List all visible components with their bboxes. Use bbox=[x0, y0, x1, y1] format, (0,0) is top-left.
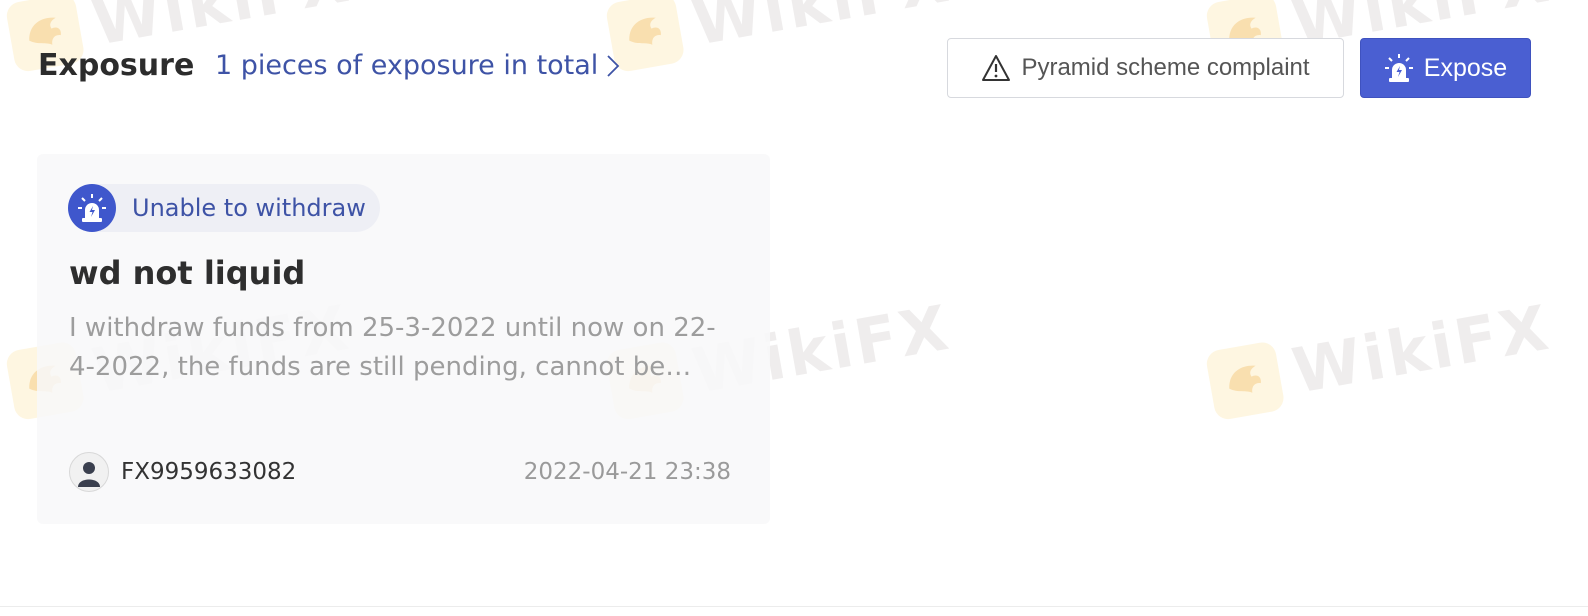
page-title: Exposure bbox=[38, 48, 195, 83]
eagle-logo-icon bbox=[1204, 339, 1286, 421]
warning-triangle-icon bbox=[982, 55, 1011, 81]
exposure-footer: FX9959633082 2022-04-21 23:38 bbox=[69, 452, 731, 492]
chevron-right-icon bbox=[607, 54, 620, 77]
exposure-date: 2022-04-21 23:38 bbox=[523, 459, 731, 485]
pyramid-complaint-button[interactable]: Pyramid scheme complaint bbox=[947, 38, 1344, 98]
author-name: FX9959633082 bbox=[121, 459, 297, 485]
exposure-category-tag: Unable to withdraw bbox=[68, 184, 380, 232]
author-info: FX9959633082 bbox=[69, 452, 296, 492]
tag-label: Unable to withdraw bbox=[132, 194, 366, 222]
exposure-description: I withdraw funds from 25-3-2022 until no… bbox=[69, 313, 716, 382]
exposure-title: wd not liquid bbox=[69, 254, 306, 292]
alarm-siren-icon bbox=[1384, 54, 1413, 82]
exposure-header: Exposure 1 pieces of exposure in total P… bbox=[0, 0, 1588, 140]
expose-button[interactable]: Expose bbox=[1360, 38, 1531, 98]
alarm-siren-icon bbox=[68, 184, 116, 232]
total-exposure-text: 1 pieces of exposure in total bbox=[215, 50, 599, 81]
divider bbox=[0, 606, 1588, 607]
watermark-text: WikiFX bbox=[1287, 290, 1557, 408]
total-exposure-link[interactable]: 1 pieces of exposure in total bbox=[215, 50, 620, 81]
exposure-card[interactable]: Unable to withdraw wd not liquid I withd… bbox=[37, 154, 770, 524]
expose-button-label: Expose bbox=[1423, 53, 1508, 82]
user-avatar-icon bbox=[69, 452, 109, 492]
exposure-page: WikiFX WikiFX WikiFX WikiFX WikiFX Expos… bbox=[0, 0, 1588, 616]
complaint-button-label: Pyramid scheme complaint bbox=[1021, 54, 1310, 81]
watermark: WikiFX bbox=[1204, 291, 1556, 423]
